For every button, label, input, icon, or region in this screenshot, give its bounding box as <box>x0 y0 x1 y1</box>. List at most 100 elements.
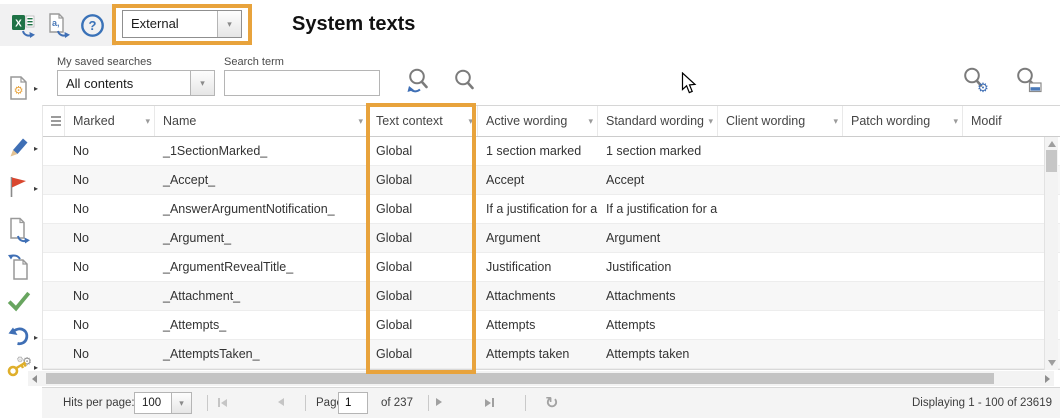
cell-active-wording: 1 section marked <box>478 137 598 165</box>
cell-marked: No <box>65 224 155 252</box>
undo-icon[interactable] <box>7 324 31 350</box>
cell-patch-wording <box>843 282 963 310</box>
search-term-input[interactable] <box>224 70 380 96</box>
cell-active-wording: Attachments <box>478 282 598 310</box>
next-page-button[interactable] <box>436 398 442 406</box>
cell-active-wording: Argument <box>478 224 598 252</box>
column-header-name[interactable]: Name ▾ <box>155 106 368 136</box>
grid-header: Marked ▾ Name ▾ Text context ▾ Active wo… <box>43 106 1060 137</box>
search-icon[interactable] <box>450 66 480 96</box>
cell-marked: No <box>65 253 155 281</box>
search-print-icon[interactable] <box>1012 64 1042 94</box>
column-header-standard-wording[interactable]: Standard wording ▾ <box>598 106 718 136</box>
hits-per-page-dropdown[interactable]: 100 ▾ <box>134 392 192 414</box>
cell-handle <box>43 282 65 310</box>
edit-pencil-icon[interactable] <box>7 135 31 161</box>
saved-searches-dropdown[interactable]: All contents ▾ <box>57 70 215 96</box>
cell-client-wording <box>718 195 843 223</box>
column-menu-icon[interactable]: ▾ <box>358 117 363 126</box>
cell-standard-wording: Justification <box>598 253 718 281</box>
cell-name: _Attachment_ <box>155 282 368 310</box>
column-header-client-wording[interactable]: Client wording ▾ <box>718 106 843 136</box>
total-pages-label: of 237 <box>381 397 413 409</box>
search-settings-icon[interactable]: ⚙ <box>959 64 989 94</box>
page-number-input[interactable] <box>338 392 368 414</box>
cell-handle <box>43 340 65 368</box>
excel-export-icon[interactable]: X <box>10 12 38 40</box>
search-term-label: Search term <box>224 56 284 68</box>
cell-text-context: Global <box>368 311 478 339</box>
settings-document-icon[interactable]: ⚙ <box>7 75 31 101</box>
table-row[interactable]: No _AnswerArgumentNotification_ Global I… <box>43 195 1060 224</box>
approve-check-icon[interactable] <box>7 290 31 316</box>
cell-marked: No <box>65 166 155 194</box>
scroll-down-icon[interactable] <box>1048 360 1056 366</box>
svg-text:a,: a, <box>52 18 60 28</box>
table-row[interactable]: No _Attempts_ Global Attempts Attempts <box>43 311 1060 340</box>
column-header-modified[interactable]: Modif <box>963 106 1060 136</box>
scroll-up-icon[interactable] <box>1048 141 1056 147</box>
first-page-button[interactable] <box>218 398 227 407</box>
app-window: X a, ? External ▾ System texts My saved … <box>0 0 1060 418</box>
column-header-handle[interactable] <box>43 106 65 136</box>
table-row[interactable]: No _AttemptsTaken_ Global Attempts taken… <box>43 340 1060 369</box>
refresh-icon[interactable]: ↻ <box>545 393 558 413</box>
displaying-status: Displaying 1 - 100 of 23619 <box>912 397 1052 409</box>
column-header-patch-wording[interactable]: Patch wording ▾ <box>843 106 963 136</box>
cell-standard-wording: Attempts taken <box>598 340 718 368</box>
vertical-scrollbar[interactable] <box>1044 137 1058 370</box>
scroll-right-icon[interactable] <box>1045 375 1050 383</box>
svg-text:X: X <box>15 19 22 30</box>
cell-standard-wording: Argument <box>598 224 718 252</box>
row-handle-icon <box>51 114 61 128</box>
table-row[interactable]: No _Argument_ Global Argument Argument <box>43 224 1060 253</box>
cell-patch-wording <box>843 195 963 223</box>
cell-standard-wording: Accept <box>598 166 718 194</box>
cell-active-wording: Justification <box>478 253 598 281</box>
table-row[interactable]: No _Attachment_ Global Attachments Attac… <box>43 282 1060 311</box>
column-menu-icon[interactable]: ▾ <box>953 117 958 126</box>
column-menu-icon[interactable]: ▾ <box>145 117 150 126</box>
chevron-down-icon[interactable]: ▾ <box>217 11 241 37</box>
column-menu-icon[interactable]: ▾ <box>468 117 473 126</box>
cell-standard-wording: Attachments <box>598 282 718 310</box>
scroll-left-icon[interactable] <box>32 375 37 383</box>
last-page-button[interactable] <box>485 398 494 407</box>
column-header-active-wording[interactable]: Active wording ▾ <box>478 106 598 136</box>
cell-handle <box>43 166 65 194</box>
context-dropdown[interactable]: External ▾ <box>122 10 242 38</box>
horizontal-scrollbar[interactable] <box>28 371 1054 386</box>
cell-name: _AttemptsTaken_ <box>155 340 368 368</box>
edit-menu-arrow[interactable]: ▸ <box>34 144 38 153</box>
table-row[interactable]: No _Accept_ Global Accept Accept <box>43 166 1060 195</box>
flag-icon[interactable] <box>7 175 31 201</box>
vertical-scrollbar-thumb[interactable] <box>1046 150 1057 172</box>
chevron-down-icon[interactable]: ▾ <box>190 71 214 95</box>
document-import-icon[interactable] <box>7 253 31 279</box>
table-row[interactable]: No _1SectionMarked_ Global 1 section mar… <box>43 137 1060 166</box>
column-header-marked[interactable]: Marked ▾ <box>65 106 155 136</box>
cell-active-wording: Accept <box>478 166 598 194</box>
page-title: System texts <box>292 13 415 36</box>
horizontal-scrollbar-thumb[interactable] <box>46 373 994 384</box>
column-menu-icon[interactable]: ▾ <box>708 117 713 126</box>
column-menu-icon[interactable]: ▾ <box>833 117 838 126</box>
help-icon[interactable]: ? <box>80 13 108 41</box>
cursor-pointer <box>681 72 698 98</box>
chevron-down-icon[interactable]: ▾ <box>171 393 191 413</box>
text-export-icon[interactable]: a, <box>45 12 73 40</box>
column-header-text-context[interactable]: Text context ▾ <box>368 106 478 136</box>
flag-menu-arrow[interactable]: ▸ <box>34 184 38 193</box>
cell-standard-wording: Attempts <box>598 311 718 339</box>
undo-menu-arrow[interactable]: ▸ <box>34 333 38 342</box>
cell-marked: No <box>65 195 155 223</box>
document-export-icon[interactable] <box>7 217 31 243</box>
search-reset-icon[interactable] <box>404 66 434 96</box>
previous-page-button[interactable] <box>278 398 284 406</box>
cell-name: _1SectionMarked_ <box>155 137 368 165</box>
cell-text-context: Global <box>368 195 478 223</box>
table-row[interactable]: No _ArgumentRevealTitle_ Global Justific… <box>43 253 1060 282</box>
settings-document-menu-arrow[interactable]: ▸ <box>34 84 38 93</box>
svg-text:⚙: ⚙ <box>977 80 989 95</box>
column-menu-icon[interactable]: ▾ <box>588 117 593 126</box>
